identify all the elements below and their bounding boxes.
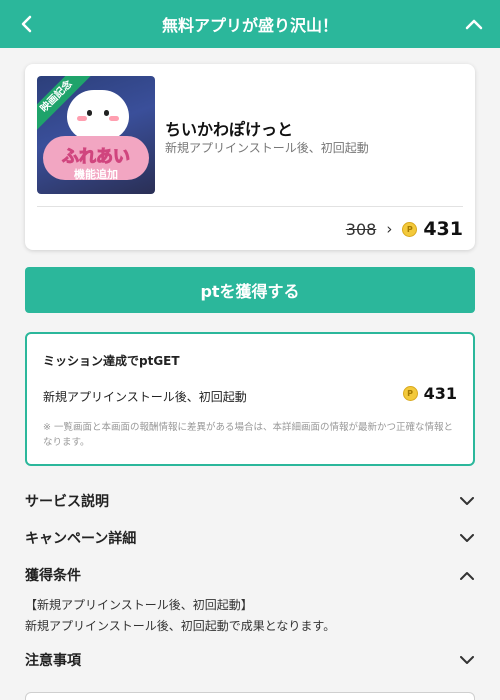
mission-note: ※ 一覧画面と本画面の報酬情報に差異がある場合は、本詳細画面の情報が最新かつ正確… (43, 422, 453, 448)
back-button[interactable] (14, 10, 38, 38)
new-points: 431 (423, 218, 463, 240)
section-conditions[interactable]: 獲得条件 (25, 561, 475, 589)
section-service[interactable]: サービス説明 (25, 487, 475, 515)
arrow-right-icon: › (386, 220, 393, 238)
points-row: 308 › P 431 (346, 218, 463, 240)
mission-box: ミッション達成でptGET 新規アプリインストール後、初回起動 P 431 ※ … (25, 332, 475, 466)
section-conditions-label: 獲得条件 (25, 568, 81, 584)
app-card: ふれあい 機能追加 映画記念 ちいかわぽけっと 新規アプリインストール後、初回起… (25, 64, 475, 250)
get-points-button[interactable]: ptを獲得する (25, 267, 475, 313)
mission-description: 新規アプリインストール後、初回起動 (43, 390, 247, 404)
page-title: 無料アプリが盛り沢山！ (161, 16, 338, 35)
mission-title: ミッション達成でptGET (43, 354, 180, 368)
mission-points: P 431 (402, 384, 457, 403)
chevron-down-icon (459, 493, 475, 509)
chevron-left-icon (21, 15, 32, 33)
chevron-down-icon (459, 530, 475, 546)
section-notes-label: 注意事項 (25, 653, 81, 669)
coin-icon: P (402, 386, 418, 401)
app-subtitle: 新規アプリインストール後、初回起動 (165, 141, 369, 155)
app-thumbnail: ふれあい 機能追加 映画記念 (37, 76, 155, 194)
app-name: ちいかわぽけっと (165, 120, 294, 139)
conditions-text: 新規アプリインストール後、初回起動で成果となります。 (25, 619, 336, 633)
section-campaign-label: キャンペーン詳細 (25, 531, 137, 547)
thumb-main-text: ふれあい (62, 147, 131, 168)
old-points: 308 (345, 219, 377, 239)
app-header: 無料アプリが盛り沢山！ (0, 0, 500, 48)
character-illustration (67, 90, 129, 140)
bottom-panel (25, 692, 475, 700)
section-notes[interactable]: 注意事項 (25, 646, 475, 674)
collapse-button[interactable] (462, 10, 486, 38)
divider (37, 206, 463, 207)
chevron-down-icon (459, 652, 475, 668)
section-campaign[interactable]: キャンペーン詳細 (25, 524, 475, 552)
coin-icon: P (402, 221, 418, 237)
mission-points-value: 431 (423, 384, 457, 403)
chevron-up-icon (459, 567, 475, 583)
thumb-sub-text: 機能追加 (74, 168, 118, 181)
conditions-heading: 【新規アプリインストール後、初回起動】 (25, 598, 253, 612)
section-service-label: サービス説明 (25, 494, 109, 510)
chevron-up-icon (465, 19, 483, 30)
